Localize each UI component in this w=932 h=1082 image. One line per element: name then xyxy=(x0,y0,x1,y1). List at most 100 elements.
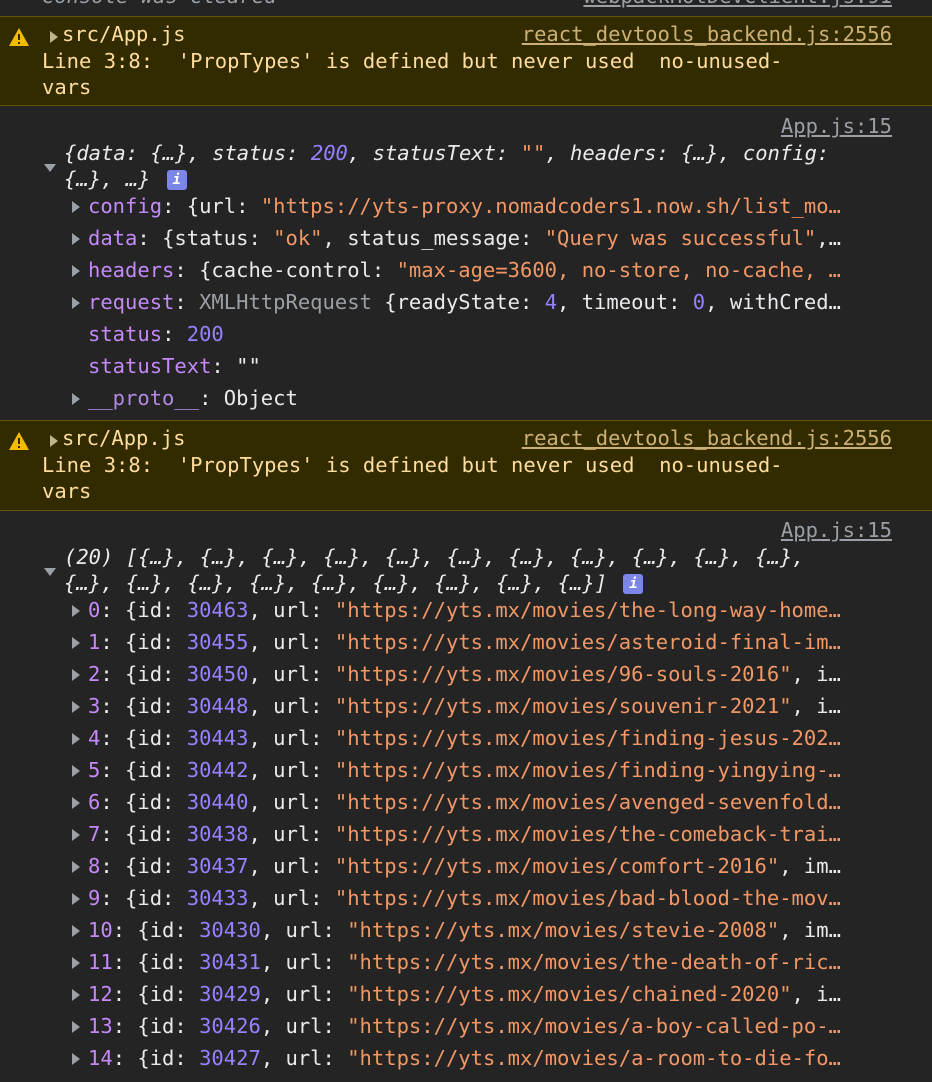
array-item-row[interactable]: 8: {id: 30437, url: "https://yts.mx/movi… xyxy=(88,850,896,882)
array-item-row[interactable]: 5: {id: 30442, url: "https://yts.mx/movi… xyxy=(88,754,896,786)
expand-caret-icon[interactable] xyxy=(72,701,80,713)
info-icon[interactable]: i xyxy=(166,170,187,190)
warning-icon xyxy=(9,28,29,46)
expand-caret-icon[interactable] xyxy=(72,733,80,745)
expand-caret-icon[interactable] xyxy=(72,669,80,681)
property-row-statustext: statusText: "" xyxy=(88,354,261,378)
console-cleared-source-link[interactable]: webpackHotDevClient.js:91 xyxy=(583,0,892,8)
expand-caret-icon[interactable] xyxy=(72,989,80,1001)
item-url-value: "https://yts.mx/movies/finding-yingying-… xyxy=(334,758,841,782)
expand-caret-icon[interactable] xyxy=(72,861,80,873)
expand-caret-icon[interactable] xyxy=(72,297,80,309)
expand-caret-icon[interactable] xyxy=(72,925,80,937)
expand-caret-icon[interactable] xyxy=(72,393,80,405)
property-row-data[interactable]: data: {status: "ok", status_message: "Qu… xyxy=(88,222,896,254)
array-item-row[interactable]: 13: {id: 30426, url: "https://yts.mx/mov… xyxy=(88,1010,896,1042)
item-url-value: "https://yts.mx/movies/bad-blood-the-mov… xyxy=(334,886,841,910)
item-index: 0 xyxy=(88,598,101,622)
item-id-key: {id: xyxy=(125,886,187,910)
property-row-headers[interactable]: headers: {cache-control: "max-age=3600, … xyxy=(88,254,896,286)
console-cleared-line: Console was cleared webpackHotDevClient.… xyxy=(0,0,932,16)
item-url-value: "https://yts.mx/movies/the-long-way-home… xyxy=(334,598,841,622)
array-summary[interactable]: (20) [{…}, {…}, {…}, {…}, {…}, {…}, {…},… xyxy=(64,544,894,596)
expand-caret-icon[interactable] xyxy=(72,797,80,809)
item-url-key: , url: xyxy=(260,1014,348,1038)
warning-icon xyxy=(9,432,29,450)
expand-caret-icon[interactable] xyxy=(72,829,80,841)
expand-caret-icon[interactable] xyxy=(50,31,58,43)
log-source-link[interactable]: App.js:15 xyxy=(781,518,892,542)
expand-caret-icon[interactable] xyxy=(72,265,80,277)
item-id-key: {id: xyxy=(125,598,187,622)
collapse-caret-icon[interactable] xyxy=(44,568,56,576)
item-id-key: {id: xyxy=(137,950,200,974)
item-id-key: {id: xyxy=(125,822,187,846)
info-icon[interactable]: i xyxy=(623,574,644,594)
property-row-config[interactable]: config: {url: "https://yts-proxy.nomadco… xyxy=(88,190,896,222)
array-item-row[interactable]: 4: {id: 30443, url: "https://yts.mx/movi… xyxy=(88,722,896,754)
expand-caret-icon[interactable] xyxy=(72,605,80,617)
expand-caret-icon[interactable] xyxy=(72,957,80,969)
warning-source-link[interactable]: react_devtools_backend.js:2556 xyxy=(522,426,892,450)
property-row-status: status: 200 xyxy=(88,322,224,346)
item-id-value: 30431 xyxy=(199,950,261,974)
item-url-value: "https://yts.mx/movies/finding-jesus-202… xyxy=(334,726,841,750)
warning-text: Line 3:8: 'PropTypes' is defined but nev… xyxy=(42,49,783,99)
warning-message: src/App.js react_devtools_backend.js:255… xyxy=(0,16,932,106)
property-row-proto[interactable]: __proto__: Object xyxy=(88,382,896,414)
warning-file[interactable]: src/App.js xyxy=(62,22,185,46)
item-id-key: {id: xyxy=(125,726,187,750)
item-url-key: , url: xyxy=(260,950,348,974)
item-url-key: , url: xyxy=(248,630,335,654)
item-id-value: 30429 xyxy=(199,982,261,1006)
item-index: 11 xyxy=(88,950,113,974)
array-item-row[interactable]: 7: {id: 30438, url: "https://yts.mx/movi… xyxy=(88,818,896,850)
array-item-row[interactable]: 12: {id: 30429, url: "https://yts.mx/mov… xyxy=(88,978,896,1010)
item-id-key: {id: xyxy=(137,918,200,942)
item-colon: : xyxy=(100,886,126,910)
expand-caret-icon[interactable] xyxy=(72,233,80,245)
expand-caret-icon[interactable] xyxy=(72,201,80,213)
expand-caret-icon[interactable] xyxy=(72,1053,80,1065)
expand-caret-icon[interactable] xyxy=(50,435,58,447)
array-item-row[interactable]: 2: {id: 30450, url: "https://yts.mx/movi… xyxy=(88,658,896,690)
item-url-value: "https://yts.mx/movies/stevie-2008" xyxy=(347,918,780,942)
item-url-value: "https://yts.mx/movies/chained-2020" xyxy=(347,982,792,1006)
item-index: 5 xyxy=(88,758,101,782)
item-colon: : xyxy=(112,982,138,1006)
item-tail: , i… xyxy=(791,662,841,686)
array-item-row[interactable]: 3: {id: 30448, url: "https://yts.mx/movi… xyxy=(88,690,896,722)
item-url-key: , url: xyxy=(248,790,335,814)
array-item-row[interactable]: 11: {id: 30431, url: "https://yts.mx/mov… xyxy=(88,946,896,978)
array-item-row[interactable]: 9: {id: 30433, url: "https://yts.mx/movi… xyxy=(88,882,896,914)
expand-caret-icon[interactable] xyxy=(72,1021,80,1033)
expand-caret-icon[interactable] xyxy=(72,893,80,905)
array-item-row[interactable]: 14: {id: 30427, url: "https://yts.mx/mov… xyxy=(88,1042,896,1074)
item-id-key: {id: xyxy=(125,758,187,782)
warning-source-link[interactable]: react_devtools_backend.js:2556 xyxy=(522,22,892,46)
expand-caret-icon[interactable] xyxy=(72,637,80,649)
warning-text: Line 3:8: 'PropTypes' is defined but nev… xyxy=(42,453,783,503)
item-url-key: , url: xyxy=(248,726,335,750)
property-row-request[interactable]: request: XMLHttpRequest {readyState: 4, … xyxy=(88,286,896,318)
item-url-value: "https://yts.mx/movies/a-boy-called-po-… xyxy=(347,1014,841,1038)
item-id-key: {id: xyxy=(137,1014,200,1038)
expand-caret-icon[interactable] xyxy=(72,765,80,777)
item-index: 6 xyxy=(88,790,101,814)
item-url-key: , url: xyxy=(248,662,335,686)
array-item-row[interactable]: 0: {id: 30463, url: "https://yts.mx/movi… xyxy=(88,594,896,626)
item-url-value: "https://yts.mx/movies/comfort-2016" xyxy=(334,854,780,878)
item-id-key: {id: xyxy=(125,790,187,814)
item-id-key: {id: xyxy=(125,630,187,654)
item-url-value: "https://yts.mx/movies/96-souls-2016" xyxy=(334,662,792,686)
array-item-row[interactable]: 10: {id: 30430, url: "https://yts.mx/mov… xyxy=(88,914,896,946)
item-id-value: 30443 xyxy=(186,726,249,750)
item-index: 9 xyxy=(88,886,101,910)
warning-file[interactable]: src/App.js xyxy=(62,426,185,450)
array-item-row[interactable]: 1: {id: 30455, url: "https://yts.mx/movi… xyxy=(88,626,896,658)
item-tail: , i… xyxy=(791,694,841,718)
log-source-link[interactable]: App.js:15 xyxy=(781,114,892,138)
array-item-row[interactable]: 6: {id: 30440, url: "https://yts.mx/movi… xyxy=(88,786,896,818)
collapse-caret-icon[interactable] xyxy=(44,164,56,172)
object-summary[interactable]: {data: {…}, status: 200, statusText: "",… xyxy=(64,140,894,192)
